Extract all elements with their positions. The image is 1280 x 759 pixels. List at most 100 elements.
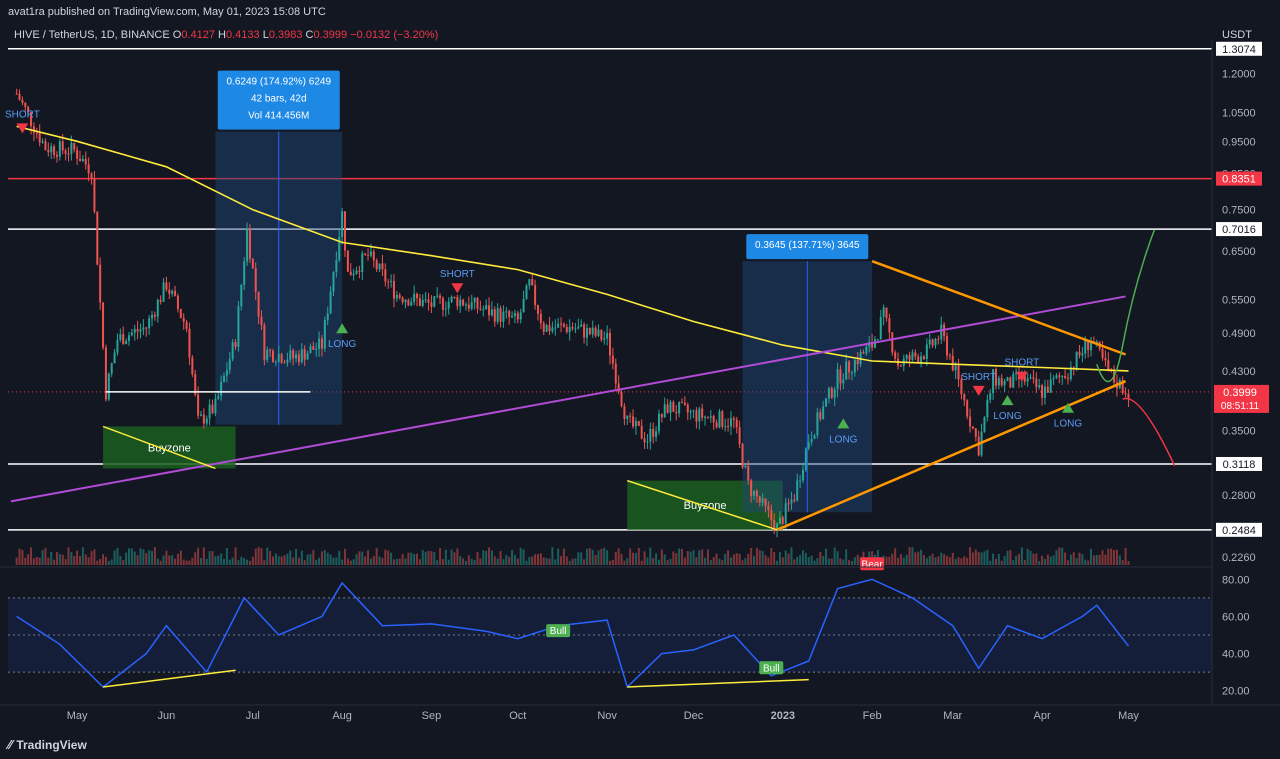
rsi-annotation-label: Bear — [862, 559, 884, 570]
signal-label: LONG — [328, 339, 357, 350]
volume-bar — [954, 558, 957, 565]
candle-body — [58, 141, 61, 157]
candle-body — [246, 228, 249, 262]
volume-bar — [764, 555, 767, 565]
candle-body — [637, 421, 640, 426]
volume-bar — [660, 549, 663, 565]
candle-body — [323, 320, 326, 349]
volume-bar — [225, 548, 228, 565]
candle-body — [1041, 385, 1044, 398]
candle-body — [99, 264, 102, 303]
volume-bar — [1113, 550, 1116, 565]
candle-body — [90, 173, 93, 179]
candle-body — [646, 441, 649, 443]
volume-bar — [997, 553, 1000, 565]
candle-body — [225, 370, 228, 376]
candle-body — [243, 261, 246, 286]
volume-bar — [989, 560, 992, 565]
volume-bar — [113, 550, 116, 565]
candle-body — [822, 406, 825, 419]
volume-bar — [476, 552, 479, 565]
volume-bar — [55, 551, 58, 565]
volume-bar — [528, 556, 531, 565]
candle-body — [937, 338, 940, 340]
candle-body — [692, 410, 695, 412]
candle-body — [629, 415, 632, 417]
volume-bar — [825, 548, 828, 565]
candle-body — [922, 356, 925, 359]
volume-bar — [969, 547, 972, 565]
ema-line — [16, 125, 1129, 372]
volume-bar — [1072, 552, 1075, 565]
candle-body — [148, 318, 151, 329]
volume-bar — [729, 557, 732, 565]
volume-bar — [482, 550, 485, 565]
candle-body — [493, 309, 496, 322]
candle-body — [174, 290, 177, 296]
volume-bar — [557, 548, 560, 565]
candle-body — [444, 308, 447, 310]
volume-bar — [732, 554, 735, 565]
candle-body — [375, 260, 378, 270]
volume-bar — [102, 554, 105, 565]
candle-body — [93, 178, 96, 212]
candle-body — [133, 329, 136, 333]
volume-bar — [637, 547, 640, 565]
candle-body — [969, 416, 972, 427]
volume-bar — [1101, 550, 1104, 565]
volume-bar — [922, 555, 925, 565]
candle-body — [125, 340, 128, 345]
volume-bar — [646, 557, 649, 565]
volume-bar — [516, 558, 519, 565]
price-tick-label: 1.2000 — [1222, 69, 1256, 81]
time-tick-label: May — [1118, 710, 1139, 722]
time-tick-label: Jun — [158, 710, 176, 722]
candle-body — [1101, 348, 1104, 359]
volume-bar — [776, 560, 779, 565]
candle-body — [816, 412, 819, 436]
volume-bar — [176, 553, 179, 565]
volume-bar — [755, 548, 758, 565]
candle-body — [560, 323, 563, 325]
volume-bar — [986, 549, 989, 565]
candle-body — [439, 295, 442, 299]
candle-body — [372, 251, 375, 261]
candle-body — [1084, 340, 1087, 354]
volume-bar — [116, 547, 119, 565]
volume-bar — [505, 555, 508, 565]
candle-body — [974, 428, 977, 437]
volume-bar — [1124, 547, 1127, 565]
candle-body — [603, 338, 606, 340]
candle-body — [346, 250, 349, 272]
volume-bar — [629, 548, 632, 565]
volume-bar — [1029, 550, 1032, 565]
volume-bar — [248, 560, 251, 565]
volume-bar — [470, 558, 473, 565]
volume-bar — [560, 556, 563, 565]
candle-body — [364, 253, 367, 255]
volume-bar — [1018, 553, 1021, 565]
candle-body — [162, 282, 165, 302]
volume-bar — [649, 547, 652, 565]
volume-bar — [165, 550, 168, 565]
volume-bar — [467, 555, 470, 565]
volume-bar — [689, 551, 692, 565]
volume-bar — [50, 551, 53, 565]
price-chart[interactable]: BuyzoneBuyzone 0.6249 (174.92%) 624942 b… — [0, 0, 1280, 759]
candle-body — [401, 297, 404, 303]
candle-body — [81, 158, 84, 162]
volume-bar — [381, 558, 384, 565]
volume-bar — [18, 548, 21, 565]
candle-body — [652, 428, 655, 437]
volume-bar — [810, 555, 813, 565]
volume-bar — [90, 551, 93, 565]
volume-bar — [266, 547, 269, 565]
volume-bar — [686, 551, 689, 565]
volume-bar — [971, 552, 974, 565]
candle-body — [519, 312, 522, 320]
tradingview-footer[interactable]: ⁄⁄ TradingView — [8, 737, 87, 752]
candle-body — [1009, 377, 1012, 388]
volume-bar — [626, 558, 629, 565]
candle-body — [280, 354, 283, 363]
volume-bar — [758, 550, 761, 565]
